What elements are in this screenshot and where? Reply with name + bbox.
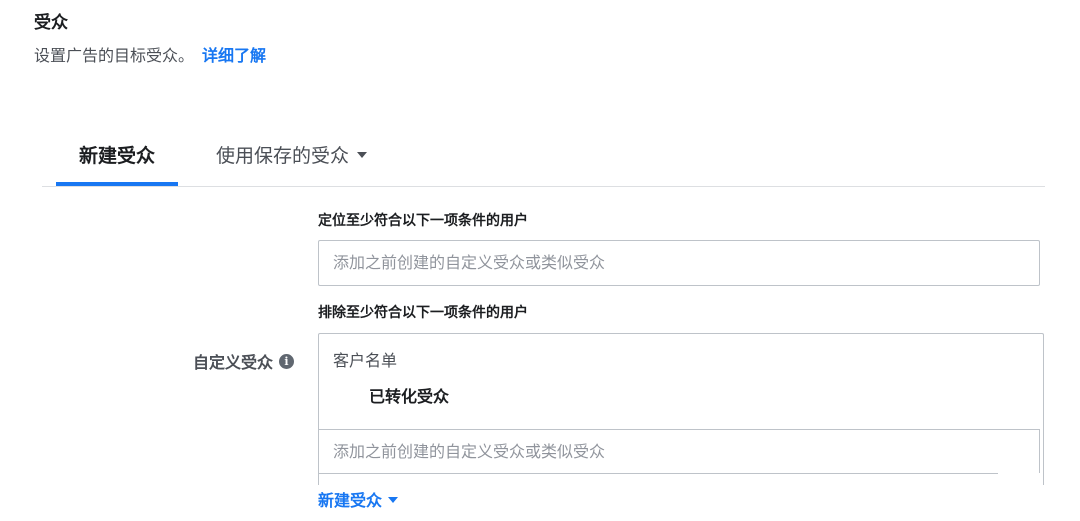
create-new-audience-label: 新建受众 — [318, 491, 383, 510]
custom-audience-label: 自定义受众 i — [140, 352, 294, 374]
excluded-audience-item[interactable]: 已转化受众 — [369, 386, 449, 408]
tab-saved-audience-label: 使用保存的受众 — [216, 145, 350, 167]
create-new-audience-button[interactable]: 新建受众 — [318, 490, 399, 512]
learn-more-link[interactable]: 详细了解 — [202, 46, 266, 65]
section-description: 设置广告的目标受众。 详细了解 — [34, 45, 266, 67]
info-icon[interactable]: i — [279, 354, 294, 369]
exclude-label: 排除至少符合以下一项条件的用户 — [318, 305, 528, 321]
tab-new-audience[interactable]: 新建受众 — [56, 130, 178, 186]
section-description-text: 设置广告的目标受众。 — [34, 46, 195, 65]
caret-down-icon — [388, 496, 399, 503]
section-title: 受众 — [34, 13, 68, 33]
audience-section: 受众 设置广告的目标受众。 详细了解 新建受众 使用保存的受众 定位至少符合以下一… — [0, 0, 1080, 521]
tab-saved-audience[interactable]: 使用保存的受众 — [216, 130, 368, 184]
exclude-audience-box: 客户名单 已转化受众 添加之前创建的自定义受众或类似受众 — [318, 333, 1044, 485]
include-audience-input[interactable]: 添加之前创建的自定义受众或类似受众 — [318, 240, 1040, 286]
include-label: 定位至少符合以下一项条件的用户 — [318, 213, 528, 229]
group-title-customer-list: 客户名单 — [333, 351, 398, 370]
custom-audience-label-text: 自定义受众 — [192, 353, 273, 372]
input-divider — [318, 473, 998, 474]
tab-new-audience-label: 新建受众 — [78, 145, 155, 167]
audience-tabs: 新建受众 使用保存的受众 — [42, 130, 1045, 187]
exclude-audience-input[interactable]: 添加之前创建的自定义受众或类似受众 — [318, 429, 1040, 473]
active-tab-indicator — [56, 182, 178, 186]
caret-down-icon — [357, 151, 368, 158]
